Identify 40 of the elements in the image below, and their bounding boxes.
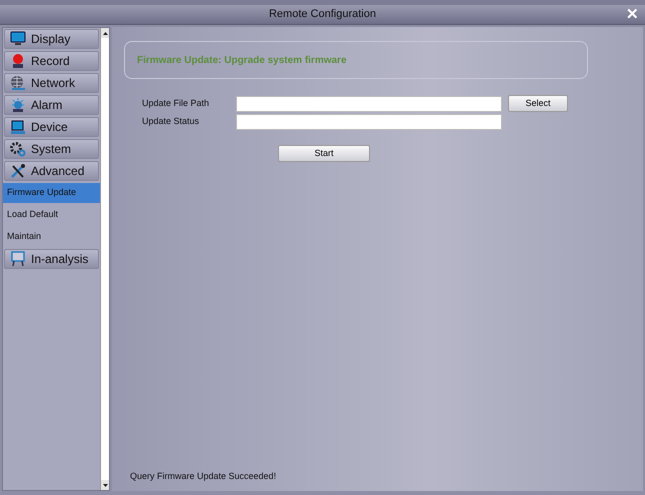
scroll-up-icon[interactable] — [102, 32, 108, 34]
field-label: Update File Path — [141, 96, 210, 110]
gears-icon — [10, 141, 26, 157]
status-message: Query Firmware Update Succeeded! — [130, 470, 276, 483]
sidebar-category[interactable]: System — [4, 139, 99, 159]
sidebar-item[interactable]: Firmware Update — [3, 183, 100, 203]
monitor-icon — [10, 31, 26, 47]
category-label: Record — [31, 53, 70, 70]
window-title: Remote Configuration — [268, 7, 376, 22]
easel-icon — [10, 251, 26, 267]
sidebar-category[interactable]: Network — [4, 73, 99, 93]
sidebar-item[interactable]: Load Default — [3, 205, 100, 225]
laptop-icon — [10, 119, 26, 135]
category-label: Device — [31, 119, 68, 136]
record-light-icon — [10, 53, 26, 69]
category-label: Network — [31, 75, 76, 92]
sidebar-category[interactable]: Advanced — [4, 161, 99, 181]
sidebar-category[interactable]: Record — [4, 51, 99, 71]
field-label: Update Status — [141, 115, 200, 128]
category-label: Alarm — [31, 97, 62, 114]
globe-icon — [10, 75, 26, 91]
category-label: In-analysis — [31, 251, 88, 268]
sidebar-item[interactable]: Maintain — [3, 227, 100, 247]
category-label: System — [31, 141, 72, 158]
sidebar-category[interactable]: Alarm — [4, 95, 99, 115]
category-label: Advanced — [31, 163, 84, 180]
header-text: Firmware Update: Upgrade system firmware — [137, 54, 347, 68]
close-button[interactable]: ✕ — [626, 5, 639, 25]
scroll-down-icon[interactable] — [102, 484, 108, 486]
category-label: Display — [31, 31, 70, 48]
alarm-light-icon — [10, 97, 26, 113]
select-button[interactable]: Select — [508, 95, 568, 112]
sidebar-category[interactable]: Display — [4, 29, 99, 49]
input-field[interactable] — [236, 96, 502, 112]
tools-icon — [10, 163, 26, 179]
scrollbar[interactable] — [100, 28, 109, 490]
start-button[interactable]: Start — [278, 145, 370, 162]
sidebar-category[interactable]: In-analysis — [4, 249, 99, 269]
input-field[interactable] — [236, 114, 502, 130]
sidebar-category[interactable]: Device — [4, 117, 99, 137]
